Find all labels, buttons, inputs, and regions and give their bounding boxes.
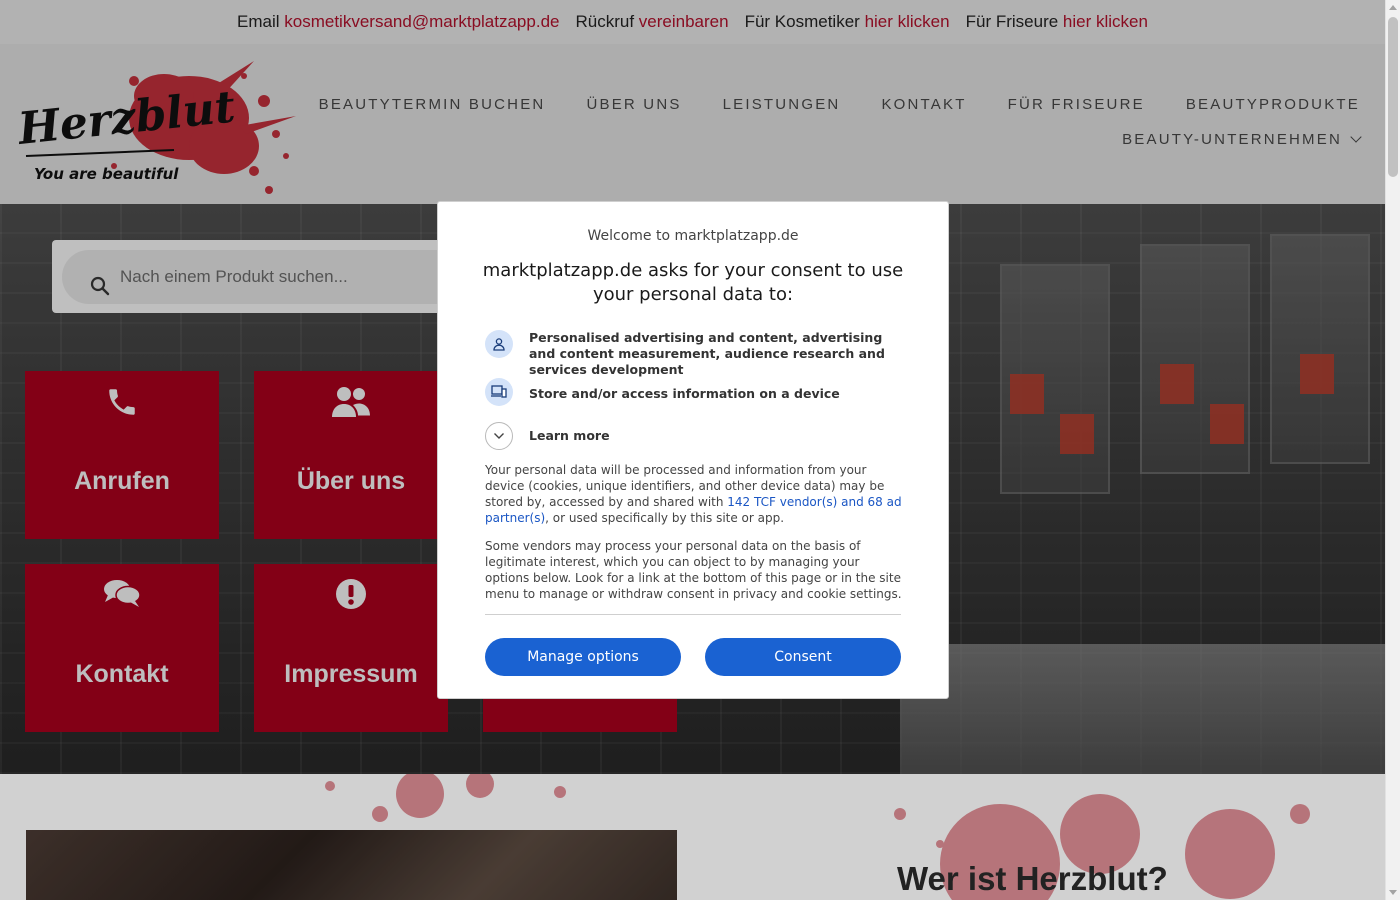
consent-button[interactable]: Consent bbox=[705, 638, 901, 676]
consent-welcome: Welcome to marktplatzapp.de bbox=[587, 228, 799, 244]
scroll-up-icon[interactable] bbox=[1389, 5, 1397, 10]
scroll-down-icon[interactable] bbox=[1389, 890, 1397, 895]
learn-more-label: Learn more bbox=[529, 428, 610, 443]
scrollbar-thumb[interactable] bbox=[1388, 17, 1398, 177]
devices-icon bbox=[485, 378, 513, 406]
consent-heading: marktplatzapp.de asks for your consent t… bbox=[482, 260, 904, 305]
para1-text-after: , or used specifically by this site or a… bbox=[545, 511, 785, 525]
purpose-text: Store and/or access information on a dev… bbox=[529, 386, 840, 401]
manage-options-button[interactable]: Manage options bbox=[485, 638, 681, 676]
consent-divider bbox=[485, 614, 901, 615]
person-icon bbox=[485, 330, 513, 358]
consent-dialog: Welcome to marktplatzapp.de marktplatzap… bbox=[437, 201, 949, 699]
consent-paragraph-2: Some vendors may process your personal d… bbox=[485, 539, 902, 601]
purpose-text: Personalised advertising and content, ad… bbox=[529, 330, 885, 377]
expand-chevron-icon[interactable] bbox=[485, 422, 513, 450]
page-scrollbar[interactable] bbox=[1385, 0, 1400, 900]
consent-paragraph-1: Your personal data will be processed and… bbox=[485, 462, 905, 526]
